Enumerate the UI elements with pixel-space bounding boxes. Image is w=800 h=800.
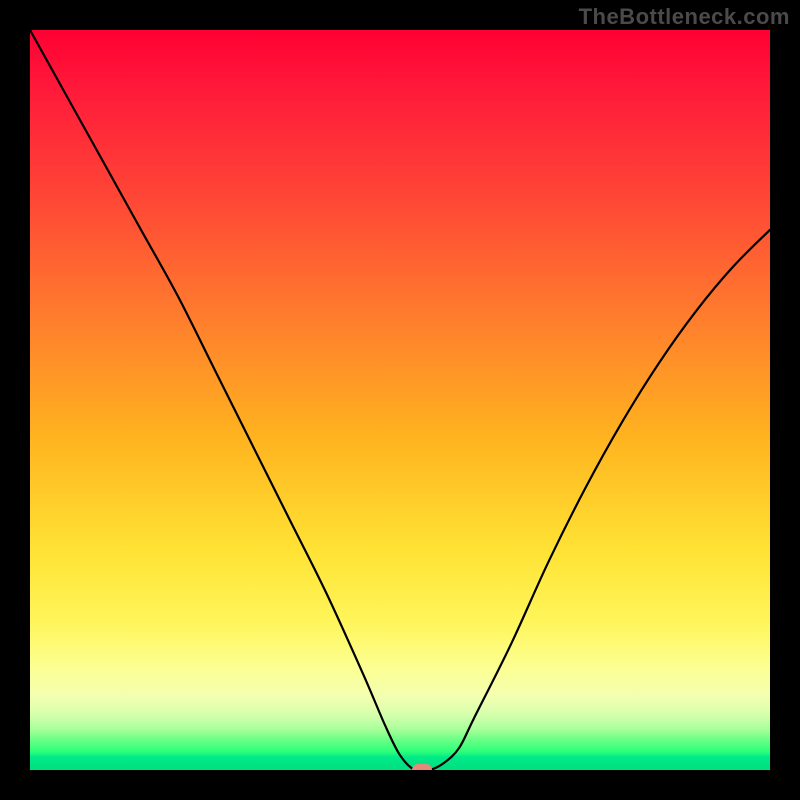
plot-area [30,30,770,770]
bottleneck-curve [30,30,770,770]
chart-stage: TheBottleneck.com [0,0,800,800]
optimal-point-marker [412,764,432,770]
watermark-label: TheBottleneck.com [579,4,790,30]
